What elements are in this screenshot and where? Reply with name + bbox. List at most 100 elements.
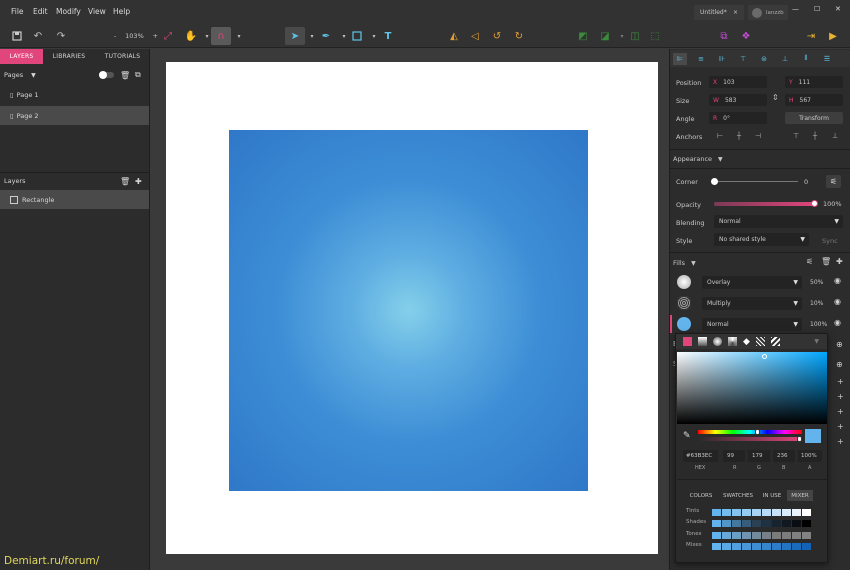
anchor-top-icon[interactable]: ⊤ (789, 130, 803, 142)
color-swatch[interactable] (742, 520, 751, 527)
color-swatch[interactable] (802, 532, 811, 539)
corner-slider[interactable] (711, 178, 798, 185)
list-item-selected[interactable]: ▯ Page 2 (0, 106, 149, 125)
chevron-down-icon[interactable]: ▼ (814, 338, 819, 345)
anchor-bottom-icon[interactable]: ⊥ (828, 130, 842, 142)
color-swatch[interactable] (782, 532, 791, 539)
trash-icon[interactable]: 🗑 (120, 177, 130, 186)
fills-header[interactable]: Fills ▼ (673, 259, 696, 267)
redo-icon[interactable]: ↷ (53, 28, 69, 44)
chevron-down-icon[interactable]: ▾ (231, 28, 247, 44)
list-item[interactable]: ▯ Page 1 (0, 85, 149, 104)
appearance-header[interactable]: Appearance ▼ (673, 155, 723, 163)
angle-field[interactable]: R 0° (709, 112, 767, 124)
zoom-control[interactable]: - 103% + (114, 28, 158, 44)
add-shadow-icon[interactable]: ⊕ (836, 360, 843, 369)
opacity-value[interactable]: 100% (823, 200, 842, 208)
menu-help[interactable]: Help (113, 7, 130, 16)
transform-button[interactable]: Transform (785, 112, 843, 124)
color-swatch[interactable] (742, 509, 751, 516)
color-swatch[interactable] (732, 509, 741, 516)
color-swatch[interactable] (772, 509, 781, 516)
anchor-middle-icon[interactable]: ┼ (808, 130, 822, 142)
eyedropper-fill-icon[interactable]: ◆ (743, 337, 750, 347)
tab-libraries[interactable]: LIBRARIES (45, 49, 93, 64)
color-swatch[interactable] (792, 520, 801, 527)
fill-blend-select[interactable]: Multiply ▼ (702, 297, 802, 310)
lock-ratio-icon[interactable]: ⇕ (772, 93, 779, 102)
trash-icon[interactable]: 🗑 (821, 257, 831, 266)
maximize-icon[interactable]: ☐ (814, 5, 820, 13)
close-icon[interactable]: × (733, 9, 738, 16)
menu-modify[interactable]: Modify (56, 7, 81, 16)
color-swatch[interactable] (762, 509, 771, 516)
color-swatch[interactable] (712, 509, 721, 516)
add-icon[interactable]: + (837, 437, 844, 446)
color-swatch[interactable] (752, 509, 761, 516)
color-swatch[interactable] (792, 532, 801, 539)
position-x-field[interactable]: X 103 (709, 76, 767, 88)
shared-style-select[interactable]: No shared style ▼ (714, 233, 809, 246)
tab-in-use[interactable]: IN USE (759, 490, 785, 501)
red-field[interactable]: 99 (723, 450, 745, 462)
eyedropper-icon[interactable]: ✎ (683, 431, 691, 441)
color-swatch[interactable] (742, 532, 751, 539)
color-swatch[interactable] (752, 520, 761, 527)
radial-gradient-icon[interactable] (713, 337, 722, 346)
blending-select[interactable]: Normal ▼ (714, 215, 843, 228)
fill-swatch[interactable] (677, 275, 691, 289)
align-left-icon[interactable]: ⊫ (673, 52, 687, 65)
blue-field[interactable]: 236 (773, 450, 795, 462)
green-field[interactable]: 179 (748, 450, 770, 462)
boolean-union-icon[interactable]: ◩ (575, 28, 591, 44)
distribute-v-icon[interactable]: ☰ (820, 53, 834, 65)
saturation-brightness-field[interactable] (677, 352, 827, 424)
menu-file[interactable]: File (11, 7, 24, 16)
anchor-right-icon[interactable]: ⊣ (751, 130, 765, 142)
rotate-right-icon[interactable]: ↻ (511, 28, 527, 44)
color-swatch[interactable] (732, 543, 741, 550)
color-swatch[interactable] (762, 532, 771, 539)
position-y-field[interactable]: Y 111 (785, 76, 843, 88)
layer-item-rectangle[interactable]: Rectangle (0, 190, 149, 209)
distribute-h-icon[interactable]: ⫴ (799, 53, 813, 65)
group-icon[interactable]: ⬚ (647, 28, 663, 44)
add-page-icon[interactable]: ⧉ (135, 70, 141, 80)
sync-button[interactable]: Sync (822, 237, 838, 245)
eye-icon[interactable]: ◉ (834, 276, 841, 285)
fill-swatch-active[interactable] (677, 317, 691, 331)
add-icon[interactable]: + (837, 422, 844, 431)
pen-tool-icon[interactable]: ✒ (318, 28, 334, 44)
add-layer-icon[interactable]: ✚ (135, 177, 142, 186)
angular-gradient-icon[interactable] (728, 337, 737, 346)
size-width-field[interactable]: W 583 (709, 94, 767, 106)
add-icon[interactable]: + (837, 377, 844, 386)
color-swatch[interactable] (722, 509, 731, 516)
color-swatch[interactable] (722, 520, 731, 527)
trash-icon[interactable]: 🗑 (120, 71, 130, 80)
fit-to-screen-icon[interactable]: ⤢ (160, 28, 176, 44)
user-account[interactable]: lanzzb (748, 5, 788, 20)
zoom-in-button[interactable]: + (153, 32, 158, 40)
color-swatch[interactable] (762, 520, 771, 527)
chevron-down-icon[interactable]: ▼ (31, 72, 36, 79)
snap-magnet-icon[interactable]: ∩ (211, 27, 231, 45)
color-swatch[interactable] (772, 532, 781, 539)
color-swatch[interactable] (782, 509, 791, 516)
color-swatch[interactable] (772, 520, 781, 527)
zoom-out-button[interactable]: - (114, 32, 116, 40)
alpha-field[interactable]: 100% (798, 450, 822, 462)
tab-mixer[interactable]: MIXER (787, 490, 813, 501)
fill-swatch[interactable] (677, 296, 691, 310)
tab-colors[interactable]: COLORS (686, 490, 716, 501)
opacity-slider[interactable] (714, 200, 818, 207)
color-swatch[interactable] (782, 520, 791, 527)
color-swatch[interactable] (772, 543, 781, 550)
pattern-fill-icon[interactable] (755, 337, 765, 346)
align-center-h-icon[interactable]: ≡ (694, 53, 708, 65)
tab-swatches[interactable]: SWATCHES (720, 490, 756, 501)
minimize-icon[interactable]: — (792, 5, 799, 13)
fill-opacity-value[interactable]: 10% (810, 300, 823, 307)
save-icon[interactable] (9, 28, 25, 44)
hex-field[interactable]: #63B3EC (683, 450, 718, 462)
